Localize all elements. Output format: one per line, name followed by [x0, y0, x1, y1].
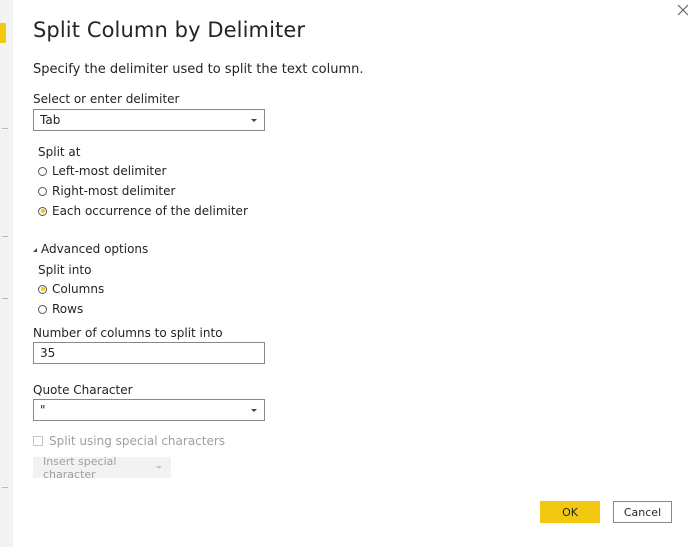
special-characters-label: Split using special characters: [49, 434, 226, 448]
radio-columns[interactable]: Columns: [38, 280, 104, 298]
insert-special-character-button[interactable]: Insert special character: [33, 454, 171, 481]
delimiter-dropdown-value: Tab: [40, 113, 61, 127]
ok-button[interactable]: OK: [540, 501, 600, 523]
delimiter-label: Select or enter delimiter: [33, 92, 180, 106]
collapse-triangle-icon: [33, 248, 37, 252]
background-tick: [2, 128, 8, 129]
insert-special-character-label: Insert special character: [43, 454, 117, 481]
radio-label: Columns: [52, 282, 105, 296]
radio-rows[interactable]: Rows: [38, 300, 83, 318]
advanced-options-toggle[interactable]: Advanced options: [33, 242, 148, 256]
split-column-dialog: Split Column by Delimiter Specify the de…: [13, 0, 693, 547]
quote-character-value: ": [40, 403, 46, 417]
quote-character-dropdown[interactable]: ": [33, 399, 265, 421]
radio-button-icon: [38, 304, 47, 314]
split-at-label: Split at: [38, 145, 81, 159]
radio-left-most-delimiter[interactable]: Left-most delimiter: [38, 162, 166, 180]
radio-button-selected-icon: [38, 206, 47, 216]
radio-button-icon: [38, 166, 47, 176]
num-columns-label: Number of columns to split into: [33, 326, 223, 340]
radio-button-selected-icon: [38, 284, 47, 294]
chevron-down-icon: [251, 119, 257, 122]
background-tick: [2, 236, 8, 237]
split-into-label: Split into: [38, 263, 92, 277]
checkbox-icon: [33, 436, 43, 446]
delimiter-dropdown[interactable]: Tab: [33, 109, 265, 131]
radio-button-icon: [38, 186, 47, 196]
background-accent-bar: [0, 23, 6, 43]
radio-each-occurrence[interactable]: Each occurrence of the delimiter: [38, 202, 248, 220]
background-app-panel: [0, 0, 14, 547]
advanced-options-label: Advanced options: [41, 242, 149, 256]
radio-label: Each occurrence of the delimiter: [52, 204, 248, 218]
background-tick: [2, 487, 8, 488]
radio-label: Left-most delimiter: [52, 164, 167, 178]
quote-character-label: Quote Character: [33, 383, 133, 397]
special-characters-checkbox-row[interactable]: Split using special characters: [33, 434, 225, 448]
radio-label: Right-most delimiter: [52, 184, 176, 198]
cancel-button[interactable]: Cancel: [613, 501, 672, 523]
dialog-title: Split Column by Delimiter: [33, 18, 306, 42]
close-button[interactable]: [675, 2, 691, 18]
dialog-subtitle: Specify the delimiter used to split the …: [33, 62, 364, 77]
radio-right-most-delimiter[interactable]: Right-most delimiter: [38, 182, 175, 200]
close-icon: [677, 4, 689, 16]
background-tick: [2, 298, 8, 299]
chevron-down-icon: [156, 466, 162, 469]
num-columns-input[interactable]: 35: [33, 342, 265, 364]
radio-label: Rows: [52, 302, 84, 316]
chevron-down-icon: [251, 409, 257, 412]
